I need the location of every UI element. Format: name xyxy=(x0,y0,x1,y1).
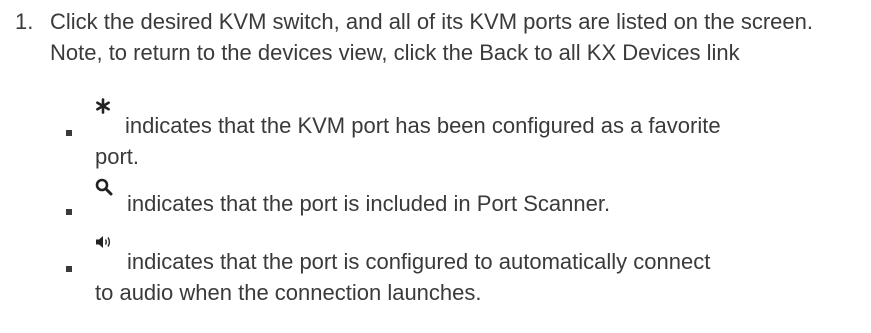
magnifier-scan-icon xyxy=(95,178,113,196)
bullet-body: indicates that the KVM port has been con… xyxy=(95,98,865,172)
document-page: 1. Click the desired KVM switch, and all… xyxy=(0,0,871,333)
bullet-body: indicates that the port is included in P… xyxy=(95,178,865,219)
bullet-text-line2: port. xyxy=(95,144,140,169)
step-text: Click the desired KVM switch, and all of… xyxy=(50,9,813,65)
asterisk-favorite-icon xyxy=(95,98,111,114)
bullet-text-line1: indicates that the port is configured to… xyxy=(127,249,711,274)
speaker-audio-icon xyxy=(95,235,113,249)
bullet-body: indicates that the port is configured to… xyxy=(95,236,865,308)
bullet-text-line1: indicates that the KVM port has been con… xyxy=(125,113,721,138)
bullet-marker xyxy=(66,130,72,136)
bullet-text-line2: to audio when the connection launches. xyxy=(95,280,482,305)
bullet-marker xyxy=(66,209,72,215)
bullet-marker xyxy=(66,266,72,272)
step-number: 1. xyxy=(15,9,34,34)
bullet-text-line1: indicates that the port is included in P… xyxy=(127,191,611,216)
